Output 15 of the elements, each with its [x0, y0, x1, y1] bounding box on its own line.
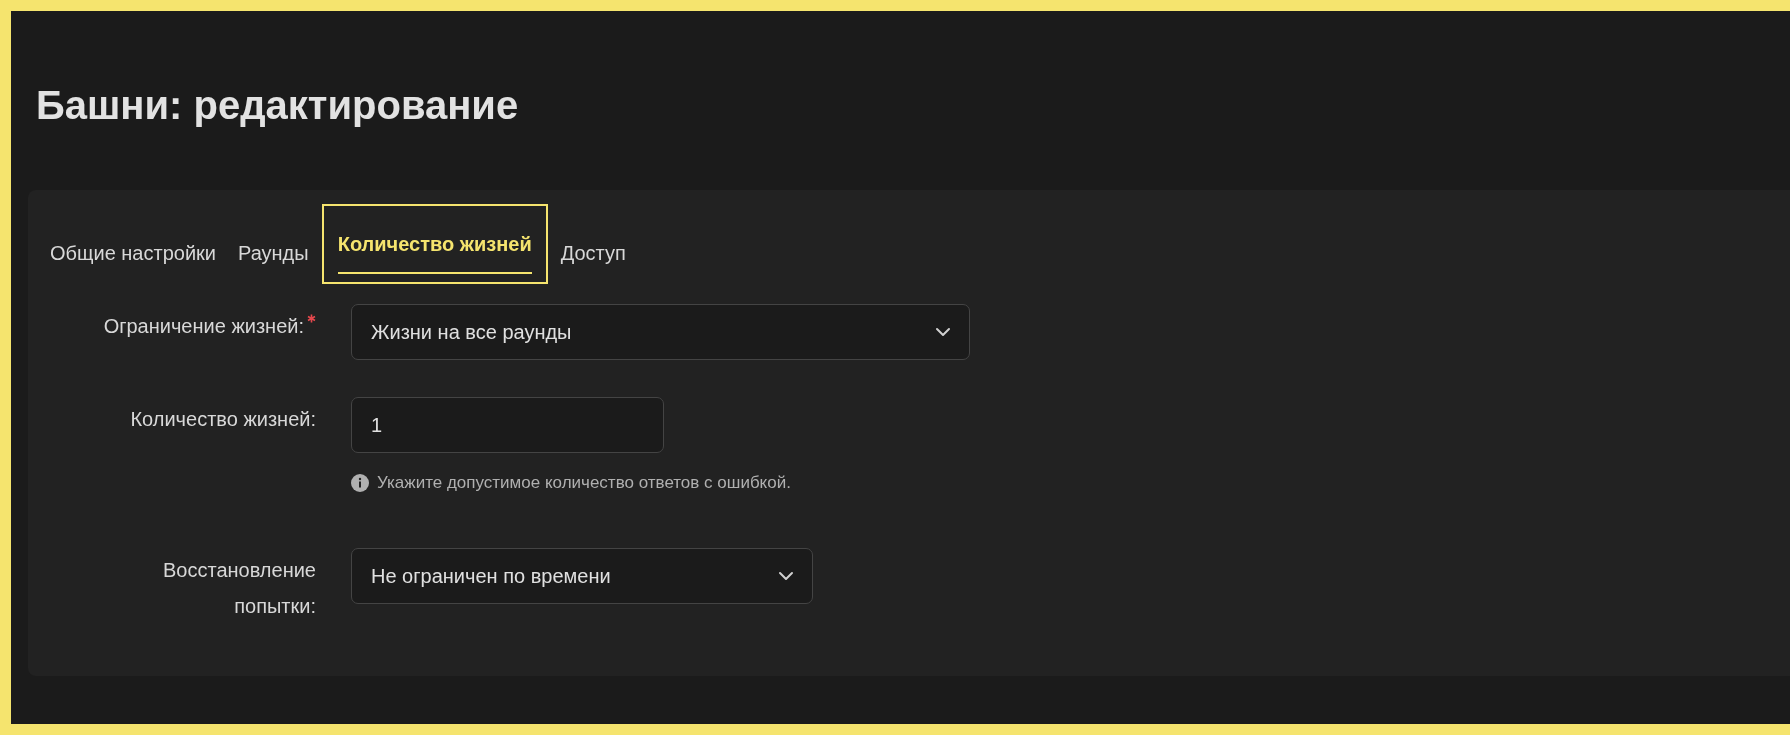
page-title: Башни: редактирование: [36, 83, 520, 128]
dropdown[interactable]: Жизни на все раунды: [351, 304, 970, 360]
field-label: Ограничение жизней:: [103, 314, 304, 339]
field-label: Восстановление попытки:: [162, 558, 316, 619]
tab[interactable]: Раунды: [229, 204, 318, 284]
tab[interactable]: Общие настройки: [41, 204, 225, 284]
dropdown[interactable]: Не ограничен по времени: [351, 548, 813, 604]
tab[interactable]: Количество жизней: [321, 204, 548, 284]
info-icon: [351, 474, 369, 492]
hint-text: Укажите допустимое количество ответов с ошибкой.: [377, 473, 791, 493]
field-label: Количество жизней:: [130, 407, 316, 432]
chevron-down-icon: [935, 327, 951, 337]
number-field[interactable]: 1: [351, 397, 664, 453]
tab[interactable]: Доступ: [551, 204, 635, 284]
chevron-down-icon: [778, 571, 794, 581]
